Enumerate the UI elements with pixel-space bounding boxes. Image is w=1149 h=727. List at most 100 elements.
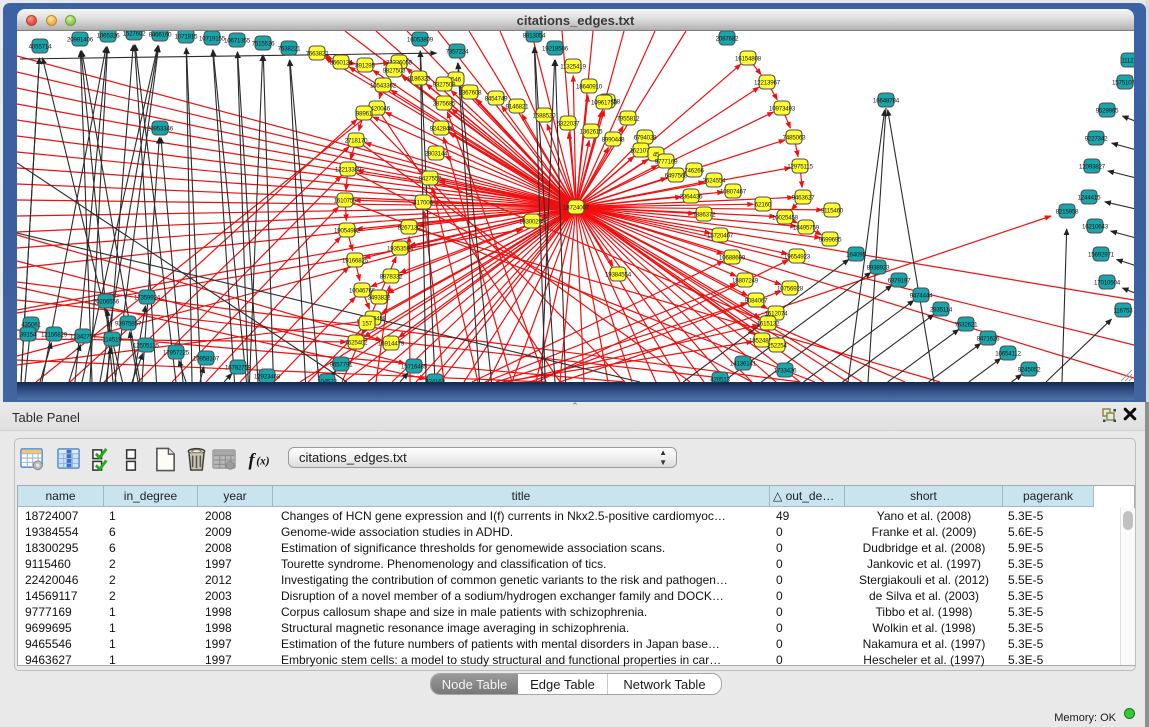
- svg-text:7632621: 7632621: [955, 322, 978, 329]
- svg-text:8990448: 8990448: [602, 137, 625, 144]
- svg-text:116753: 116753: [1114, 308, 1134, 315]
- svg-text:98961: 98961: [356, 111, 373, 118]
- svg-text:12213389: 12213389: [335, 167, 362, 174]
- svg-text:11325419: 11325419: [560, 64, 586, 71]
- svg-text:19218506: 19218506: [542, 46, 569, 53]
- svg-text:18495759: 18495759: [793, 225, 820, 232]
- svg-text:12923468: 12923468: [254, 374, 281, 381]
- svg-text:1527602: 1527602: [123, 31, 146, 38]
- svg-text:14136141: 14136141: [730, 361, 757, 368]
- svg-text:2935114: 2935114: [930, 307, 953, 314]
- svg-text:1065326: 1065326: [97, 33, 120, 40]
- svg-text:39154: 39154: [20, 332, 37, 339]
- svg-text:12505135: 12505135: [133, 343, 160, 350]
- svg-text:10961758: 10961758: [591, 100, 618, 107]
- svg-text:7886372: 7886372: [693, 212, 716, 219]
- svg-text:12342757: 12342757: [70, 334, 97, 341]
- svg-text:20206556: 20206556: [93, 299, 120, 306]
- svg-text:417006: 417006: [413, 200, 433, 207]
- svg-text:6379197: 6379197: [888, 278, 911, 285]
- svg-text:8466160: 8466160: [149, 32, 172, 39]
- svg-text:19384554: 19384554: [605, 272, 632, 279]
- svg-text:5322037: 5322037: [557, 121, 580, 128]
- svg-text:9529965: 9529965: [1096, 108, 1119, 115]
- svg-text:15716485: 15716485: [401, 364, 428, 371]
- svg-text:17957225: 17957225: [163, 350, 190, 357]
- svg-text:1615132: 1615132: [757, 321, 780, 328]
- svg-text:8938923: 8938923: [867, 265, 890, 272]
- svg-text:10958107: 10958107: [193, 356, 220, 363]
- svg-text:3875685: 3875685: [433, 101, 456, 108]
- svg-text:8813054: 8813054: [523, 33, 546, 40]
- svg-text:1610755: 1610755: [334, 198, 357, 205]
- svg-text:17359924: 17359924: [134, 295, 161, 302]
- svg-text:7357224: 7357224: [446, 49, 469, 56]
- svg-text:9463627: 9463627: [792, 195, 815, 202]
- svg-text:8660124: 8660124: [330, 60, 353, 67]
- svg-text:8878332: 8878332: [380, 274, 403, 281]
- svg-text:7515526: 7515526: [252, 41, 275, 48]
- svg-text:9115460: 9115460: [821, 208, 844, 215]
- svg-text:10688609: 10688609: [719, 255, 746, 262]
- svg-text:2087682: 2087682: [716, 36, 739, 43]
- svg-text:9227342: 9227342: [1085, 136, 1108, 143]
- svg-text:16782759: 16782759: [225, 365, 252, 372]
- svg-text:746266: 746266: [684, 168, 704, 175]
- svg-text:19054982: 19054982: [334, 228, 361, 235]
- svg-text:12213967: 12213967: [754, 80, 781, 87]
- svg-text:10025458: 10025458: [772, 215, 799, 222]
- svg-text:10671355: 10671355: [224, 38, 251, 45]
- svg-text:1362615: 1362615: [580, 129, 603, 136]
- svg-text:20991406: 20991406: [67, 37, 94, 44]
- svg-text:16154808: 16154808: [735, 56, 762, 63]
- svg-text:9245052: 9245052: [1018, 367, 1041, 374]
- svg-text:2364436: 2364436: [680, 194, 703, 201]
- svg-text:10719155: 10719155: [199, 36, 226, 43]
- svg-text:10654112: 10654112: [995, 351, 1021, 358]
- svg-text:16053809: 16053809: [407, 37, 434, 44]
- svg-text:164095: 164095: [846, 252, 866, 259]
- svg-text:6794028: 6794028: [634, 135, 657, 142]
- svg-text:3493822: 3493822: [368, 295, 391, 302]
- svg-text:252254: 252254: [767, 343, 787, 350]
- svg-text:8186323: 8186323: [408, 76, 431, 83]
- svg-text:4055714: 4055714: [29, 44, 52, 51]
- svg-text:15751074: 15751074: [1112, 80, 1134, 87]
- svg-text:(x): (x): [256, 455, 270, 467]
- svg-text:11122: 11122: [1121, 58, 1134, 65]
- svg-text:12156829: 12156829: [41, 332, 68, 339]
- svg-text:7625402: 7625402: [345, 340, 368, 347]
- svg-text:3624554: 3624554: [703, 178, 726, 185]
- svg-text:8215958: 8215958: [1056, 209, 1079, 216]
- svg-text:15692971: 15692971: [1088, 252, 1115, 259]
- svg-text:19654923: 19654923: [784, 254, 811, 261]
- svg-text:2718170: 2718170: [345, 138, 368, 145]
- svg-text:8471626: 8471626: [977, 336, 1000, 343]
- svg-text:7485063: 7485063: [783, 135, 806, 142]
- svg-text:891295: 891295: [355, 63, 375, 70]
- svg-text:19166825: 19166825: [342, 258, 369, 265]
- svg-text:9827503: 9827503: [383, 68, 406, 75]
- svg-text:8427552: 8427552: [419, 176, 442, 183]
- svg-text:9474444: 9474444: [910, 293, 933, 300]
- svg-text:1588520: 1588520: [533, 113, 556, 120]
- svg-text:8267130: 8267130: [398, 225, 421, 232]
- svg-text:114519: 114519: [103, 337, 123, 344]
- svg-text:19353594: 19353594: [387, 246, 414, 253]
- svg-text:1071915: 1071915: [175, 34, 198, 41]
- svg-text:62160: 62160: [755, 202, 772, 209]
- svg-text:9327508: 9327508: [433, 82, 456, 89]
- svg-text:9699695: 9699695: [819, 237, 842, 244]
- svg-text:7663822: 7663822: [306, 51, 329, 58]
- svg-text:12975115: 12975115: [787, 164, 813, 171]
- svg-text:157: 157: [362, 321, 372, 328]
- svg-text:1733426: 1733426: [774, 368, 797, 375]
- svg-text:18724007: 18724007: [563, 205, 590, 212]
- svg-text:9777169: 9777169: [655, 159, 678, 166]
- svg-text:8454749: 8454749: [485, 96, 508, 103]
- svg-text:12093827: 12093827: [1079, 164, 1106, 171]
- svg-text:9657791: 9657791: [330, 362, 353, 369]
- svg-text:20953346: 20953346: [147, 126, 174, 133]
- svg-text:7638221: 7638221: [278, 46, 301, 53]
- svg-text:9084067: 9084067: [745, 298, 768, 305]
